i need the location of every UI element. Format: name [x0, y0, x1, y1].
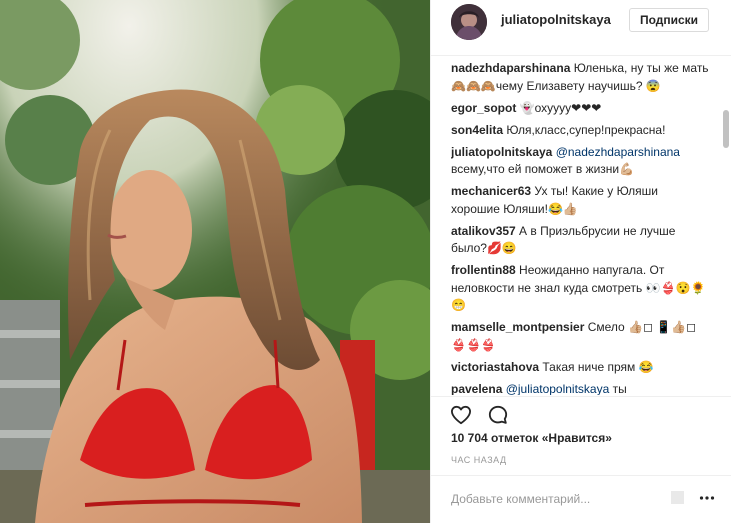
comment-username[interactable]: son4elita: [451, 123, 503, 137]
comment-mention[interactable]: @nadezhdaparshinana: [552, 145, 680, 159]
add-comment-input[interactable]: [451, 489, 671, 509]
comment-username[interactable]: atalikov357: [451, 224, 516, 238]
post-header: juliatopolnitskaya Подписки: [431, 0, 731, 56]
comment-item: juliatopolnitskaya @nadezhdaparshinana в…: [451, 144, 709, 179]
following-button[interactable]: Подписки: [629, 8, 709, 32]
more-options-icon[interactable]: [699, 490, 715, 511]
comment-username[interactable]: egor_sopot: [451, 101, 516, 115]
comment-text: ты: [609, 381, 627, 396]
comment-text: 👻охуууу❤❤❤: [516, 100, 602, 115]
heart-icon[interactable]: [450, 405, 472, 430]
comment-item: atalikov357 А в Приэльбрусии не лучше бы…: [451, 223, 709, 258]
add-comment-bar: [431, 475, 731, 524]
comment-username[interactable]: mamselle_montpensier: [451, 320, 584, 334]
comment-mention[interactable]: @juliatopolnitskaya: [502, 382, 610, 396]
comment-item: frollentin88 Неожиданно напугала. От нел…: [451, 262, 709, 315]
post-sidebar: juliatopolnitskaya Подписки nadezhdapars…: [430, 0, 731, 523]
post-timestamp: ЧАС НАЗАД: [451, 455, 507, 465]
comment-username[interactable]: juliatopolnitskaya: [451, 145, 552, 159]
comment-username[interactable]: nadezhdaparshinana: [451, 61, 570, 75]
comment-item: egor_sopot 👻охуууу❤❤❤: [451, 100, 709, 118]
comments-list[interactable]: nadezhdaparshinana Юленька, ну ты же мат…: [451, 60, 709, 395]
post-photo-illustration: [0, 0, 430, 523]
comment-item: pavelena @juliatopolnitskaya ты: [451, 381, 709, 396]
comment-username[interactable]: mechanicer63: [451, 184, 531, 198]
post-photo[interactable]: [0, 0, 430, 523]
instagram-post-modal: juliatopolnitskaya Подписки nadezhdapars…: [0, 0, 731, 523]
comment-bubble-icon[interactable]: [488, 405, 508, 430]
likes-count[interactable]: 10 704 отметок «Нравится»: [451, 431, 612, 445]
post-author-username[interactable]: juliatopolnitskaya: [501, 12, 611, 27]
comment-text: Такая ниче прям 😂: [539, 359, 654, 374]
comment-item: mamselle_montpensier Смело 👍🏼◻ 📱👍🏼◻ 👙👙👙: [451, 319, 709, 354]
comment-text: Юля,класс,супер!прекрасна!: [503, 122, 666, 137]
comment-item: mechanicer63 Ух ты! Какие у Юляши хороши…: [451, 183, 709, 218]
comment-username[interactable]: frollentin88: [451, 263, 516, 277]
avatar-image: [451, 4, 487, 40]
comment-item: son4elita Юля,класс,супер!прекрасна!: [451, 122, 709, 140]
comment-item: victoriastahova Такая ниче прям 😂: [451, 359, 709, 377]
avatar[interactable]: [451, 4, 487, 40]
comment-text: всему,что ей поможет в жизни💪🏼: [451, 162, 635, 176]
comment-username[interactable]: pavelena: [451, 382, 502, 396]
attachment-icon: [671, 491, 684, 504]
comment-username[interactable]: victoriastahova: [451, 360, 539, 374]
comment-item: nadezhdaparshinana Юленька, ну ты же мат…: [451, 60, 709, 95]
comments-scrollbar-thumb[interactable]: [723, 110, 729, 148]
